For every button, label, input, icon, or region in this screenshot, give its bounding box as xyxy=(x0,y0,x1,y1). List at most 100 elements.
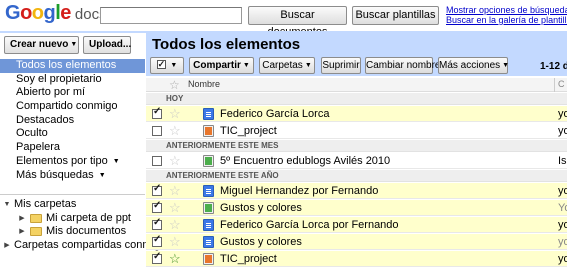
row-checkbox[interactable] xyxy=(152,156,162,166)
star-icon[interactable]: ☆ xyxy=(169,200,181,215)
rename-button[interactable]: Cambiar nombre xyxy=(365,57,440,74)
row-checkbox[interactable] xyxy=(152,217,162,230)
select-menu-button[interactable]: ▼ xyxy=(150,57,184,74)
sidebar-item-owned-by-me[interactable]: Soy el propietario xyxy=(0,73,145,87)
row-title[interactable]: 5º Encuentro edublogs Avilés 2010 xyxy=(220,154,390,168)
star-icon[interactable]: ☆ xyxy=(169,217,181,232)
group-header-last-year: ANTERIORMENTE ESTE AÑO xyxy=(146,170,567,182)
template-gallery-link[interactable]: Buscar en la galería de plantillas xyxy=(446,15,567,25)
row-title[interactable]: TIC_project xyxy=(220,124,277,138)
star-icon[interactable]: ☆ xyxy=(169,153,181,168)
title-bar: Todos los elementos xyxy=(146,33,567,55)
shared-folders-label: Carpetas compartidas conmigo xyxy=(14,238,167,251)
chevron-down-icon: ▼ xyxy=(112,157,120,165)
main-panel: Todos los elementos ▼ Compartir▼ Carpeta… xyxy=(146,33,567,273)
google-docs-logo[interactable]: Google docs xyxy=(5,2,107,28)
table-row[interactable]: ☆ Gustos y colores Yo xyxy=(146,200,567,216)
page-title: Todos los elementos xyxy=(152,36,301,53)
table-row[interactable]: ☆ Gustos y colores yo xyxy=(146,234,567,250)
table-row[interactable]: ☆ TIC_project yo xyxy=(146,123,567,139)
search-input[interactable] xyxy=(100,7,242,24)
star-icon[interactable]: ☆ xyxy=(169,123,181,138)
upload-label: Upload... xyxy=(89,39,132,50)
sidebar-item-label: Compartido conmigo xyxy=(16,100,118,113)
column-header: ☆ Nombre C xyxy=(146,78,567,92)
sidebar-item-label: Todos los elementos xyxy=(16,59,117,71)
star-icon[interactable]: ☆ xyxy=(169,106,181,121)
row-owner: yo xyxy=(558,125,567,137)
row-owner: Yo xyxy=(558,202,567,214)
collapsed-triangle-icon[interactable]: ▶ xyxy=(18,212,26,226)
row-title[interactable]: Federico García Lorca por Fernando xyxy=(220,218,399,232)
table-row[interactable]: ☆ TIC_project yo xyxy=(146,251,567,267)
row-checkbox[interactable] xyxy=(152,126,162,136)
star-column-icon[interactable]: ☆ xyxy=(169,78,180,92)
row-checkbox[interactable] xyxy=(152,183,162,196)
row-checkbox[interactable] xyxy=(152,251,162,264)
sidebar-item-hidden[interactable]: Oculto xyxy=(0,127,145,141)
table-row[interactable]: ☆ Miguel Hernandez por Fernando yo xyxy=(146,183,567,199)
name-column-header[interactable]: Nombre xyxy=(188,79,220,89)
folder-item-ppt[interactable]: ▶ Mi carpeta de ppt xyxy=(0,212,145,226)
presentation-icon xyxy=(203,253,214,265)
row-title[interactable]: Gustos y colores xyxy=(220,201,302,215)
expanded-triangle-icon[interactable]: ▼ xyxy=(3,198,11,212)
presentation-icon xyxy=(203,125,214,137)
collapsed-triangle-icon[interactable]: ▶ xyxy=(3,239,11,253)
sidebar-item-label: Soy el propietario xyxy=(16,72,102,85)
spreadsheet-icon xyxy=(203,202,214,214)
table-row[interactable]: ☆ Federico García Lorca por Fernando yo xyxy=(146,217,567,233)
more-actions-label: Más acciones xyxy=(439,60,501,71)
document-icon xyxy=(203,108,214,120)
my-folders-label: Mis carpetas xyxy=(14,198,77,210)
share-button[interactable]: Compartir ▼ xyxy=(189,57,254,74)
star-icon[interactable]: ☆ xyxy=(169,234,181,249)
sidebar-item-opened-by-me[interactable]: Abierto por mí xyxy=(0,86,145,100)
chevron-down-icon: ▼ xyxy=(98,171,106,179)
search-options-link[interactable]: Mostrar opciones de búsqueda xyxy=(446,5,567,15)
sidebar-item-label: Destacados xyxy=(16,113,75,126)
toolbar: ▼ Compartir▼ Carpetas▼ Suprimir Cambiar … xyxy=(146,55,567,76)
document-icon xyxy=(203,219,214,231)
sidebar-item-starred[interactable]: Destacados xyxy=(0,114,145,128)
next-column-header[interactable]: C xyxy=(558,79,565,89)
sidebar-item-items-by-type[interactable]: Elementos por tipo ▼ xyxy=(0,155,145,169)
row-checkbox[interactable] xyxy=(152,234,162,247)
shared-folders-item[interactable]: ▶ Carpetas compartidas conmigo xyxy=(0,239,166,253)
sidebar-item-trash[interactable]: Papelera xyxy=(0,141,145,155)
sidebar-item-more-searches[interactable]: Más búsquedas ▼ xyxy=(0,169,145,183)
sidebar-item-label: Elementos por tipo xyxy=(16,154,108,167)
star-icon[interactable]: ☆ xyxy=(169,183,181,198)
row-checkbox[interactable] xyxy=(152,200,162,213)
more-actions-button[interactable]: Más acciones ▼ xyxy=(438,57,509,74)
row-title[interactable]: Miguel Hernandez por Fernando xyxy=(220,184,378,198)
row-checkbox[interactable] xyxy=(152,106,162,119)
create-new-label: Crear nuevo xyxy=(10,39,69,50)
table-row[interactable]: ☆ Federico García Lorca yo xyxy=(146,106,567,122)
create-new-button[interactable]: Crear nuevo ▼ xyxy=(4,36,79,54)
sidebar-item-label: Más búsquedas xyxy=(16,168,94,181)
sidebar-divider xyxy=(0,194,145,195)
my-folders-item[interactable]: ▼ Mis carpetas xyxy=(0,198,145,212)
column-divider xyxy=(554,78,555,92)
document-icon xyxy=(203,236,214,248)
star-icon[interactable]: ☆ xyxy=(169,251,181,266)
upload-button[interactable]: Upload... xyxy=(83,36,131,54)
row-owner: yo xyxy=(558,185,567,197)
folder-item-documents[interactable]: ▶ Mis documentos xyxy=(0,225,145,239)
folders-button[interactable]: Carpetas ▼ xyxy=(259,57,315,74)
row-title[interactable]: Gustos y colores xyxy=(220,235,302,249)
sidebar-item-label: Papelera xyxy=(16,141,61,154)
sidebar-item-all-items[interactable]: Todos los elementos xyxy=(0,59,145,73)
sidebar-item-shared-with-me[interactable]: Compartido conmigo xyxy=(0,100,145,114)
pagination-label: 1-12 de xyxy=(540,61,567,72)
table-row[interactable]: ☆ 5º Encuentro edublogs Avilés 2010 Is xyxy=(146,153,567,169)
folder-label: Mis documentos xyxy=(46,225,127,237)
collapsed-triangle-icon[interactable]: ▶ xyxy=(18,225,26,239)
search-templates-button[interactable]: Buscar plantillas xyxy=(352,6,439,25)
search-documents-button[interactable]: Buscar documentos xyxy=(248,6,347,38)
row-owner: yo xyxy=(558,219,567,231)
row-title[interactable]: Federico García Lorca xyxy=(220,107,329,121)
row-title[interactable]: TIC_project xyxy=(220,252,277,266)
delete-button[interactable]: Suprimir xyxy=(321,57,361,74)
